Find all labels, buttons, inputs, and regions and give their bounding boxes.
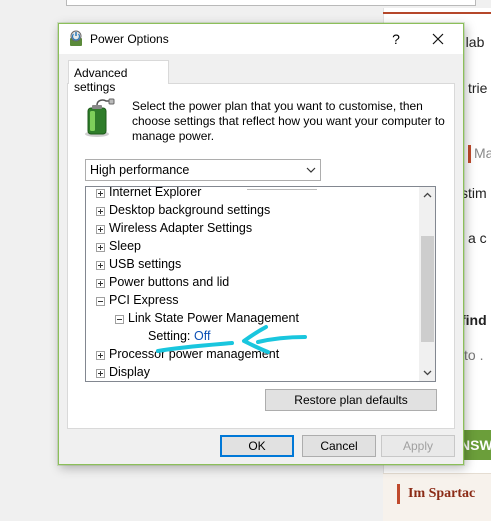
bg-box-accent — [397, 484, 400, 504]
restore-plan-defaults-button[interactable]: Restore plan defaults — [265, 389, 437, 411]
expand-icon[interactable] — [96, 369, 105, 378]
tree-row-label: Processor power management — [109, 347, 280, 361]
tree-row[interactable]: Desktop background settings — [86, 202, 420, 220]
tree-row[interactable]: Wireless Adapter Settings — [86, 220, 420, 238]
collapse-icon[interactable] — [115, 315, 124, 324]
tree-row-label: Link State Power Management — [128, 311, 299, 325]
browser-address-bar[interactable] — [66, 0, 476, 6]
chevron-down-icon — [304, 163, 318, 177]
setting-value[interactable]: Off — [194, 329, 210, 343]
tree-row[interactable]: Link State Power Management — [86, 310, 420, 328]
expand-icon[interactable] — [96, 189, 105, 198]
tree-row-label: Setting: — [148, 329, 191, 343]
tree-row[interactable]: Setting: Off — [86, 328, 420, 346]
tree-row[interactable]: USB settings — [86, 256, 420, 274]
tree-row-label: PCI Express — [109, 293, 179, 307]
tree-row[interactable]: Sleep — [86, 238, 420, 256]
bg-text-5: l a c — [461, 230, 487, 246]
title-bar[interactable]: Power Options ? — [59, 24, 463, 54]
bg-accent-mark — [468, 145, 471, 163]
tree-row-label: Power buttons and lid — [109, 275, 230, 289]
cancel-button[interactable]: Cancel — [302, 435, 376, 457]
tree-row[interactable]: Processor power management — [86, 346, 420, 364]
expand-icon[interactable] — [96, 207, 105, 216]
power-plan-select[interactable]: High performance — [85, 159, 321, 181]
apply-button[interactable]: Apply — [381, 435, 455, 457]
expand-icon[interactable] — [96, 261, 105, 270]
close-icon[interactable] — [423, 28, 453, 50]
settings-tree[interactable]: Internet Explorer Desktop background sett… — [85, 186, 436, 382]
window-title: Power Options — [90, 32, 169, 46]
bg-answer-box: Im Spartac — [383, 473, 491, 521]
expand-icon[interactable] — [96, 225, 105, 234]
tree-row-label: Display — [109, 365, 150, 379]
battery-icon — [81, 98, 117, 138]
bg-box-title: Im Spartac — [408, 486, 476, 501]
scroll-up-icon[interactable] — [419, 187, 435, 204]
expand-icon[interactable] — [96, 243, 105, 252]
tab-advanced-settings[interactable]: Advanced settings — [68, 60, 169, 94]
bg-top-rule — [383, 12, 491, 14]
bg-text-3[interactable]: Ma — [474, 145, 491, 161]
tree-row-label: Sleep — [109, 239, 141, 253]
tree-row[interactable]: Display — [86, 364, 420, 381]
expand-icon[interactable] — [96, 279, 105, 288]
tree-row[interactable]: Internet Explorer — [86, 186, 420, 202]
ok-button[interactable]: OK — [220, 435, 294, 457]
tree-row-label: USB settings — [109, 257, 182, 271]
bg-text-7: to . — [464, 347, 484, 363]
tree-scrollbar[interactable] — [419, 187, 435, 381]
power-plan-selected: High performance — [90, 163, 190, 177]
plan-description: Select the power plan that you want to c… — [132, 99, 445, 143]
tree-row[interactable]: Power buttons and lid — [86, 274, 420, 292]
expand-icon[interactable] — [96, 351, 105, 360]
tree-row-label: Desktop background settings — [109, 203, 271, 217]
bg-text-6: find — [461, 312, 487, 328]
bg-text-4: stim — [461, 185, 487, 201]
power-options-app-icon — [67, 30, 85, 48]
scroll-down-icon[interactable] — [419, 364, 435, 381]
collapse-icon[interactable] — [96, 297, 105, 306]
scroll-thumb[interactable] — [421, 236, 434, 342]
settings-tree-list: Internet Explorer Desktop background sett… — [86, 186, 420, 381]
bg-text-2: trie — [468, 80, 488, 96]
tree-row[interactable]: PCI Express — [86, 292, 420, 310]
help-icon[interactable]: ? — [381, 28, 411, 50]
power-options-dialog: Power Options ? Advanced settings Select… — [58, 23, 464, 465]
tree-row-label: Wireless Adapter Settings — [109, 221, 253, 235]
tree-row-label: Internet Explorer — [109, 186, 202, 199]
